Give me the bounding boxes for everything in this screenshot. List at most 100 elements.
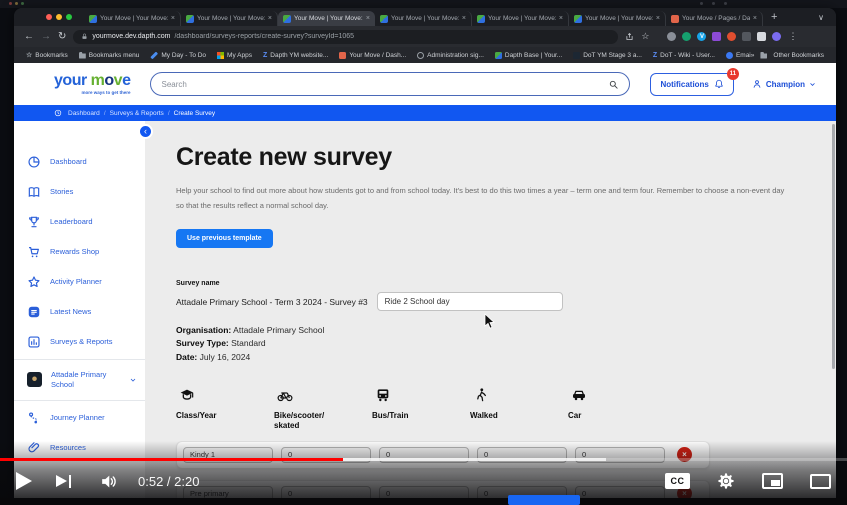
breadcrumb-item-create-survey[interactable]: Create Survey: [174, 110, 216, 117]
extensions-puzzle-icon[interactable]: [742, 32, 752, 41]
sidebar-item-activity-planner[interactable]: Activity Planner: [14, 267, 145, 297]
sidebar-collapse-button[interactable]: ‹: [138, 124, 153, 139]
extension-green-icon[interactable]: [682, 32, 692, 41]
page-scrollbar[interactable]: [832, 124, 835, 369]
captions-button[interactable]: CC: [665, 473, 690, 489]
sidebar-item-latest-news[interactable]: Latest News: [14, 297, 145, 327]
browser-tab[interactable]: Your Move | Your Move: M×: [181, 11, 278, 26]
bookmark-item-dapth-base-your[interactable]: Dapth Base | Your...: [494, 51, 562, 59]
sidebar-item-stories[interactable]: Stories: [14, 177, 145, 207]
bookmark-item-your-move-dash[interactable]: Your Move / Dash...: [339, 51, 406, 59]
extension-vimeo-icon[interactable]: V: [697, 32, 707, 41]
bookmark-item-my-day-to-do[interactable]: My Day - To Do: [150, 51, 206, 59]
clock-icon: [54, 109, 62, 117]
bookmark-item-bookmarks[interactable]: ☆ Bookmarks: [26, 52, 68, 59]
sidebar-item-journey-planner[interactable]: Journey Planner: [14, 403, 145, 433]
search-icon[interactable]: [608, 79, 619, 90]
back-button[interactable]: ←: [24, 31, 34, 42]
tab-close-icon[interactable]: ×: [656, 15, 660, 22]
window-minimize-button[interactable]: [56, 14, 62, 20]
next-button[interactable]: [56, 474, 71, 488]
sidebar-item-rewards-shop[interactable]: Rewards Shop: [14, 237, 145, 267]
reading-mode-icon[interactable]: [757, 32, 767, 41]
yourmove-favicon-icon: [477, 14, 485, 23]
sidebar-item-label: Surveys & Reports: [50, 337, 113, 347]
extension-purple-icon[interactable]: [712, 32, 722, 41]
meta-date: Date: July 16, 2024: [176, 351, 836, 364]
yourmove-logo[interactable]: your move more ways to get there: [54, 73, 131, 96]
menubar-status-icon: [712, 2, 715, 5]
notifications-button[interactable]: Notifications 11: [650, 67, 739, 96]
browser-tab[interactable]: Your Move / Pages / Dash ×: [666, 11, 763, 26]
yourmove-favicon-icon: [494, 51, 502, 59]
browser-tab[interactable]: Your Move | Your Move: M×: [472, 11, 569, 26]
bookmark-item-my-apps[interactable]: My Apps: [217, 51, 252, 59]
url-bar[interactable]: yourmove.dev.dapth.com/dashboard/surveys…: [73, 29, 619, 44]
breadcrumb-item-surveys-reports[interactable]: Surveys & Reports: [110, 110, 164, 117]
sidebar-item-surveys-reports[interactable]: Surveys & Reports: [14, 327, 145, 357]
sidebar-item-label: Leaderboard: [50, 217, 93, 227]
sidebar-item-attadale-primary-school[interactable]: Attadale Primary School: [14, 362, 145, 398]
search-input[interactable]: [161, 79, 609, 89]
tab-close-icon[interactable]: ×: [366, 15, 370, 22]
tab-close-icon[interactable]: ×: [462, 15, 466, 22]
tab-search-button[interactable]: ∨: [818, 13, 824, 22]
tab-close-icon[interactable]: ×: [753, 15, 757, 22]
sidebar-item-label: Activity Planner: [50, 277, 102, 287]
use-previous-template-button[interactable]: Use previous template: [176, 229, 273, 249]
bookmark-item-dot-wiki-user[interactable]: Z DoT - Wiki - User...: [653, 52, 715, 59]
profile-avatar[interactable]: [772, 32, 782, 41]
refresh-button[interactable]: ↻: [58, 31, 66, 42]
bookmark-item-email-tb[interactable]: Email - TB: [725, 51, 751, 59]
play-button[interactable]: [16, 472, 32, 490]
yourmove-app: your move more ways to get there Notific…: [14, 63, 836, 498]
new-tab-button[interactable]: +: [771, 11, 777, 23]
settings-button[interactable]: [717, 472, 735, 490]
browser-tab-bar: Your Move | Your Move: M×Your Move | You…: [14, 8, 836, 26]
bookmark-item-dot-ym-stage-3-a[interactable]: DoT YM Stage 3 a...: [573, 51, 642, 59]
video-progress-bar[interactable]: [0, 457, 847, 461]
extension-red-icon[interactable]: [727, 32, 737, 41]
add-row-button-partial[interactable]: [508, 495, 580, 505]
trophy-icon: [29, 216, 39, 228]
fullscreen-button[interactable]: [810, 473, 831, 489]
bookmark-item-dapth-ym-website[interactable]: Z Dapth YM website...: [263, 52, 328, 59]
miniplayer-button[interactable]: [762, 473, 783, 489]
browser-tab[interactable]: Your Move | Your Move: M×: [84, 11, 181, 26]
bookmark-item-bookmarks-menu[interactable]: Bookmarks menu: [78, 51, 140, 59]
sidebar-item-label: Latest News: [50, 307, 92, 317]
menu-kebab-icon[interactable]: ⋮: [788, 32, 797, 41]
bookmark-item-administration-sig[interactable]: Administration sig...: [417, 51, 484, 59]
bookmark-star-icon[interactable]: ☆: [641, 32, 649, 41]
sidebar-item-leaderboard[interactable]: Leaderboard: [14, 207, 145, 237]
bookmark-label: Bookmarks menu: [88, 51, 140, 59]
tab-strip: Your Move | Your Move: M×Your Move | You…: [84, 8, 763, 26]
menubar-dot: [9, 2, 12, 5]
extension-gray-icon[interactable]: [667, 32, 677, 41]
tab-close-icon[interactable]: ×: [171, 15, 175, 22]
bookmarks-overflow-icon[interactable]: »: [751, 52, 755, 59]
breadcrumb-item-dashboard[interactable]: Dashboard: [68, 110, 100, 117]
survey-name-input[interactable]: [376, 292, 563, 312]
user-menu[interactable]: Champion: [752, 79, 816, 89]
window-maximize-button[interactable]: [66, 14, 72, 20]
browser-tab[interactable]: Your Move | Your Move: M×: [569, 11, 666, 26]
other-bookmarks[interactable]: Other Bookmarks: [773, 52, 824, 59]
column-header-car: Car: [568, 387, 658, 432]
tab-close-icon[interactable]: ×: [268, 15, 272, 22]
forward-button[interactable]: →: [41, 31, 51, 42]
column-label: Car: [568, 410, 582, 420]
browser-tab[interactable]: Your Move | Your Move: M×: [375, 11, 472, 26]
page-description: Help your school to find out more about …: [176, 186, 785, 210]
tab-close-icon[interactable]: ×: [559, 15, 563, 22]
volume-button[interactable]: [99, 472, 118, 491]
next-bar-icon: [68, 474, 71, 488]
sidebar-item-dashboard[interactable]: Dashboard: [14, 147, 145, 177]
time-display: 0:52 / 2:20: [138, 473, 200, 489]
search-bar[interactable]: [150, 72, 631, 96]
window-close-button[interactable]: [46, 14, 52, 20]
share-icon[interactable]: [625, 32, 634, 41]
browser-tab[interactable]: Your Move | Your Move: M×: [278, 11, 375, 26]
meta-value: Attadale Primary School: [233, 325, 325, 336]
sidebar-item-label: Dashboard: [50, 157, 87, 167]
